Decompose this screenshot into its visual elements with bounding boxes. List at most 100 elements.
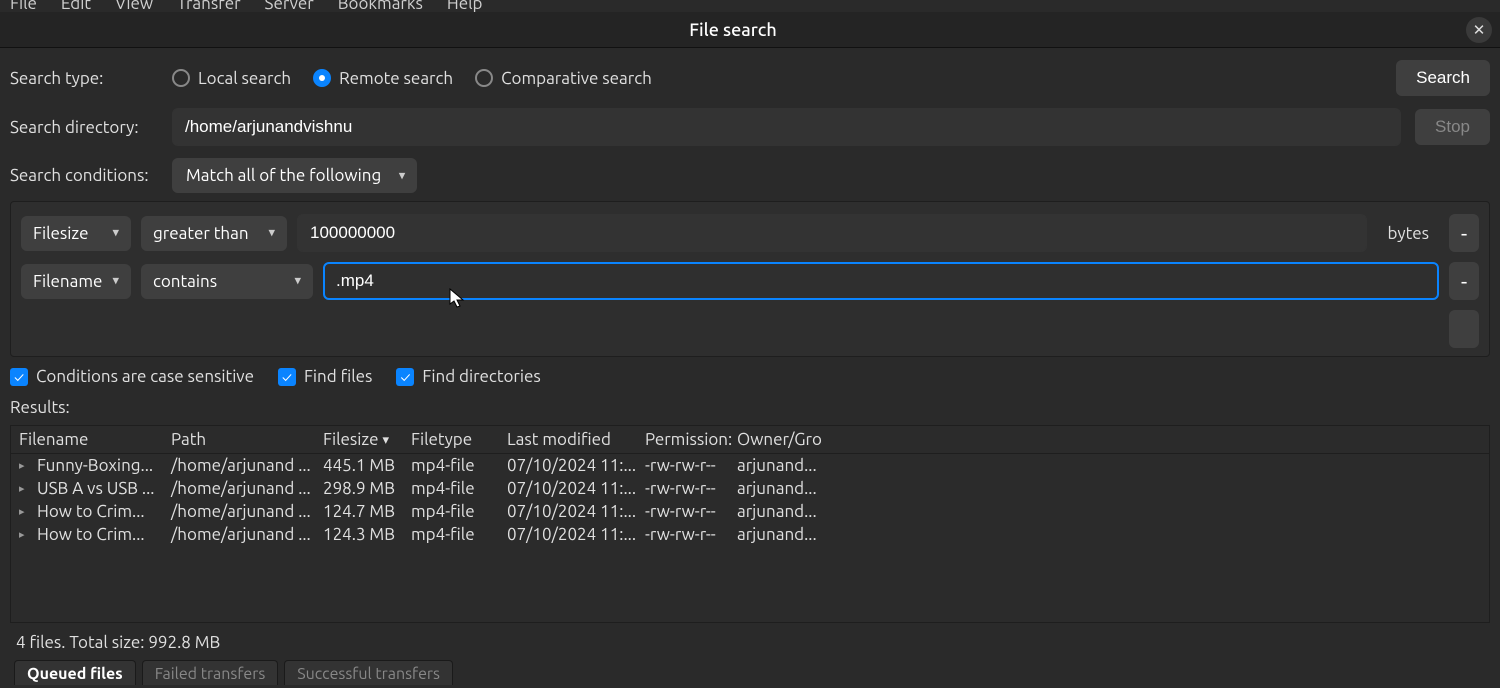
expand-icon: ▸ <box>19 459 37 472</box>
search-conditions-label: Search conditions: <box>10 166 158 185</box>
radio-label: Remote search <box>339 69 453 88</box>
tab-failed-transfers[interactable]: Failed transfers <box>142 660 279 685</box>
column-filetype[interactable]: Filetype <box>411 430 507 449</box>
condition-operator-select[interactable]: contains ▾ <box>141 264 313 299</box>
condition-row: Filesize ▾ greater than ▾ bytes - <box>21 214 1479 252</box>
tab-queued-files[interactable]: Queued files <box>14 660 136 685</box>
results-label: Results: <box>10 398 1490 417</box>
column-path[interactable]: Path <box>171 430 323 449</box>
match-mode-value: Match all of the following <box>186 166 381 185</box>
cell-lastmod: 07/10/2024 11:... <box>507 502 645 521</box>
cell-filetype: mp4-file <box>411 525 507 544</box>
menu-bookmarks[interactable]: Bookmarks <box>338 0 423 6</box>
condition-row: Filename ▾ contains ▾ - <box>21 262 1479 300</box>
expand-icon: ▸ <box>19 528 37 541</box>
case-sensitive-checkbox[interactable]: ✓ Conditions are case sensitive <box>10 367 254 386</box>
cell-lastmod: 07/10/2024 11:... <box>507 525 645 544</box>
app-menubar[interactable]: File Edit View Transfer Server Bookmarks… <box>0 0 1500 6</box>
checkbox-icon: ✓ <box>10 368 28 386</box>
table-row[interactable]: ▸How to Crim.../home/arjunand ...124.7 M… <box>11 500 1489 523</box>
cell-filesize: 124.3 MB <box>323 525 411 544</box>
cell-owner: arjunand... <box>737 456 857 475</box>
sort-desc-icon: ▾ <box>382 433 389 452</box>
results-table: Filename Path Filesize▾ Filetype Last mo… <box>10 425 1490 623</box>
radio-icon <box>313 69 331 87</box>
chevron-down-icon: ▾ <box>112 226 119 241</box>
menu-help[interactable]: Help <box>447 0 483 6</box>
condition-operator-select[interactable]: greater than ▾ <box>141 216 287 251</box>
radio-icon <box>475 69 493 87</box>
remove-condition-button[interactable]: - <box>1449 262 1479 300</box>
add-condition-button[interactable] <box>1449 310 1479 348</box>
find-directories-checkbox[interactable]: ✓ Find directories <box>396 367 540 386</box>
table-row[interactable]: ▸How to Crim.../home/arjunand ...124.3 M… <box>11 523 1489 546</box>
radio-remote-search[interactable]: Remote search <box>313 69 453 88</box>
cell-owner: arjunand... <box>737 479 857 498</box>
tab-successful-transfers[interactable]: Successful transfers <box>284 660 453 685</box>
remove-condition-button[interactable]: - <box>1449 214 1479 252</box>
close-icon[interactable]: ✕ <box>1466 17 1492 43</box>
radio-icon <box>172 69 190 87</box>
dialog-titlebar: File search ✕ <box>0 12 1500 48</box>
radio-local-search[interactable]: Local search <box>172 69 291 88</box>
status-bar: 4 files. Total size: 992.8 MB <box>10 627 1490 658</box>
cell-owner: arjunand... <box>737 525 857 544</box>
cell-filename: Funny-Boxing... <box>37 456 171 475</box>
cell-path: /home/arjunand ... <box>171 456 323 475</box>
condition-field-select[interactable]: Filename ▾ <box>21 264 131 299</box>
conditions-panel: Filesize ▾ greater than ▾ bytes - Filena… <box>10 201 1490 357</box>
radio-comparative-search[interactable]: Comparative search <box>475 69 652 88</box>
table-row[interactable]: ▸USB A vs USB .../home/arjunand ...298.9… <box>11 477 1489 500</box>
transfer-tabs: Queued files Failed transfers Successful… <box>10 660 1490 685</box>
column-owner[interactable]: Owner/Gro <box>737 430 857 449</box>
condition-field-value: Filesize <box>33 224 88 243</box>
condition-unit-label: bytes <box>1377 224 1439 243</box>
column-filesize[interactable]: Filesize▾ <box>323 430 411 449</box>
menu-file[interactable]: File <box>10 0 37 6</box>
checkbox-label: Find files <box>304 367 372 386</box>
checkbox-label: Find directories <box>422 367 540 386</box>
cell-permissions: -rw-rw-r-- <box>645 525 737 544</box>
cell-filesize: 298.9 MB <box>323 479 411 498</box>
menu-view[interactable]: View <box>115 0 153 6</box>
condition-value-input[interactable] <box>323 262 1439 300</box>
checkbox-label: Conditions are case sensitive <box>36 367 254 386</box>
stop-button[interactable]: Stop <box>1415 109 1490 145</box>
cell-permissions: -rw-rw-r-- <box>645 502 737 521</box>
cell-filename: How to Crim... <box>37 502 171 521</box>
cell-permissions: -rw-rw-r-- <box>645 456 737 475</box>
expand-icon: ▸ <box>19 505 37 518</box>
column-filesize-label: Filesize <box>323 430 378 449</box>
search-button[interactable]: Search <box>1396 60 1490 96</box>
find-files-checkbox[interactable]: ✓ Find files <box>278 367 372 386</box>
column-permissions[interactable]: Permission: <box>645 430 737 449</box>
cell-filename: How to Crim... <box>37 525 171 544</box>
condition-field-select[interactable]: Filesize ▾ <box>21 216 131 251</box>
radio-label: Comparative search <box>501 69 652 88</box>
cell-filename: USB A vs USB ... <box>37 479 171 498</box>
menu-edit[interactable]: Edit <box>61 0 91 6</box>
search-type-label: Search type: <box>10 69 158 88</box>
chevron-down-icon: ▾ <box>399 168 406 183</box>
radio-label: Local search <box>198 69 291 88</box>
menu-transfer[interactable]: Transfer <box>177 0 240 6</box>
chevron-down-icon: ▾ <box>112 274 119 289</box>
chevron-down-icon: ▾ <box>268 226 275 241</box>
cell-permissions: -rw-rw-r-- <box>645 479 737 498</box>
search-directory-input[interactable] <box>172 108 1401 146</box>
table-row[interactable]: ▸Funny-Boxing.../home/arjunand ...445.1 … <box>11 454 1489 477</box>
cell-filesize: 445.1 MB <box>323 456 411 475</box>
menu-server[interactable]: Server <box>265 0 314 6</box>
match-mode-select[interactable]: Match all of the following ▾ <box>172 158 417 193</box>
column-filename[interactable]: Filename <box>19 430 171 449</box>
cell-path: /home/arjunand ... <box>171 479 323 498</box>
checkbox-icon: ✓ <box>396 368 414 386</box>
column-last-modified[interactable]: Last modified <box>507 430 645 449</box>
expand-icon: ▸ <box>19 482 37 495</box>
cell-filesize: 124.7 MB <box>323 502 411 521</box>
condition-operator-value: contains <box>153 272 217 291</box>
search-directory-label: Search directory: <box>10 118 158 137</box>
cell-filetype: mp4-file <box>411 456 507 475</box>
condition-value-input[interactable] <box>297 214 1367 252</box>
cell-owner: arjunand... <box>737 502 857 521</box>
